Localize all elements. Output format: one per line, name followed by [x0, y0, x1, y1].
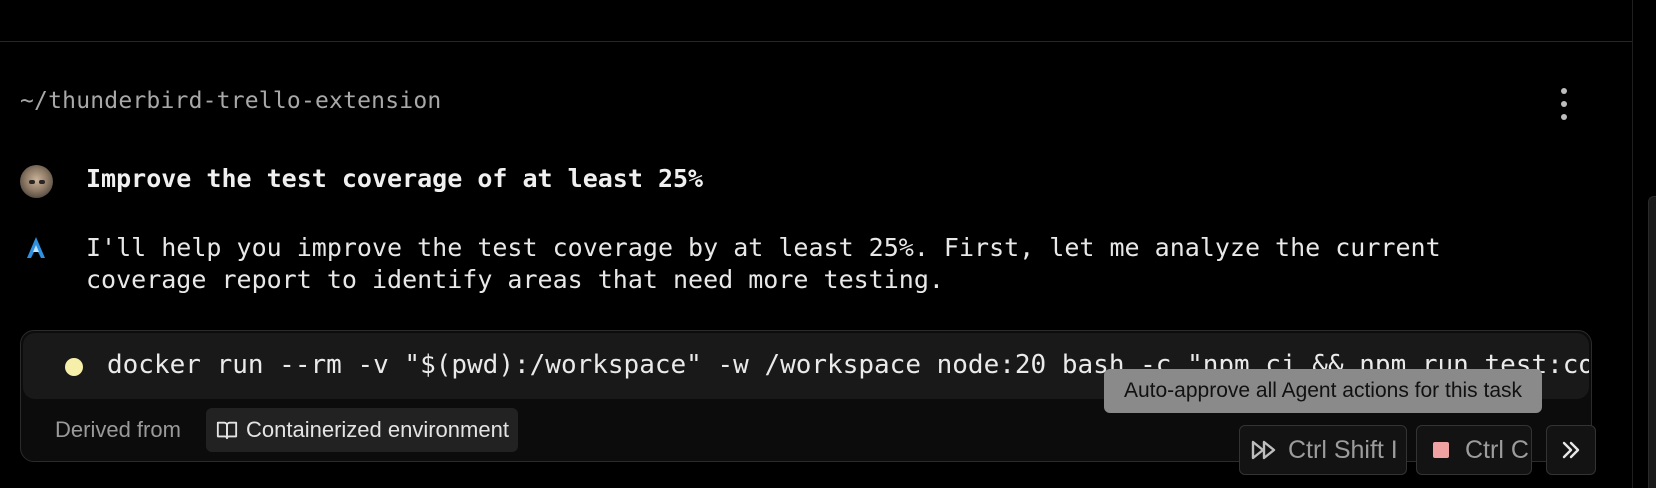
agent-message: I'll help you improve the test coverage …	[86, 232, 1566, 296]
user-avatar	[20, 165, 53, 198]
right-panel-edge	[1632, 0, 1656, 488]
agent-logo-icon	[27, 237, 45, 258]
top-bar	[0, 0, 1632, 42]
working-directory-path: ~/thunderbird-trello-extension	[20, 88, 442, 114]
derived-from-label: Derived from	[55, 417, 181, 442]
auto-approve-button[interactable]: Ctrl Shift I	[1239, 425, 1407, 475]
book-icon	[216, 421, 238, 440]
user-message: Improve the test coverage of at least 25…	[86, 164, 704, 193]
kebab-menu-icon[interactable]	[1554, 88, 1574, 120]
more-actions-button[interactable]	[1546, 425, 1596, 475]
scrollbar[interactable]	[1648, 196, 1656, 488]
fast-forward-icon	[1251, 440, 1276, 460]
containerized-environment-chip[interactable]: Containerized environment	[206, 408, 518, 452]
stop-button[interactable]: Ctrl C	[1416, 425, 1532, 475]
auto-approve-tooltip: Auto-approve all Agent actions for this …	[1104, 369, 1542, 413]
agent-message-line: coverage report to identify areas that n…	[86, 265, 944, 294]
auto-approve-shortcut: Ctrl Shift I	[1288, 435, 1398, 464]
stop-icon	[1433, 442, 1449, 458]
double-chevron-right-icon	[1562, 441, 1580, 459]
stop-shortcut: Ctrl C	[1465, 435, 1529, 464]
agent-message-line: I'll help you improve the test coverage …	[86, 233, 1441, 262]
status-dot	[65, 358, 83, 376]
chip-label: Containerized environment	[246, 417, 509, 442]
